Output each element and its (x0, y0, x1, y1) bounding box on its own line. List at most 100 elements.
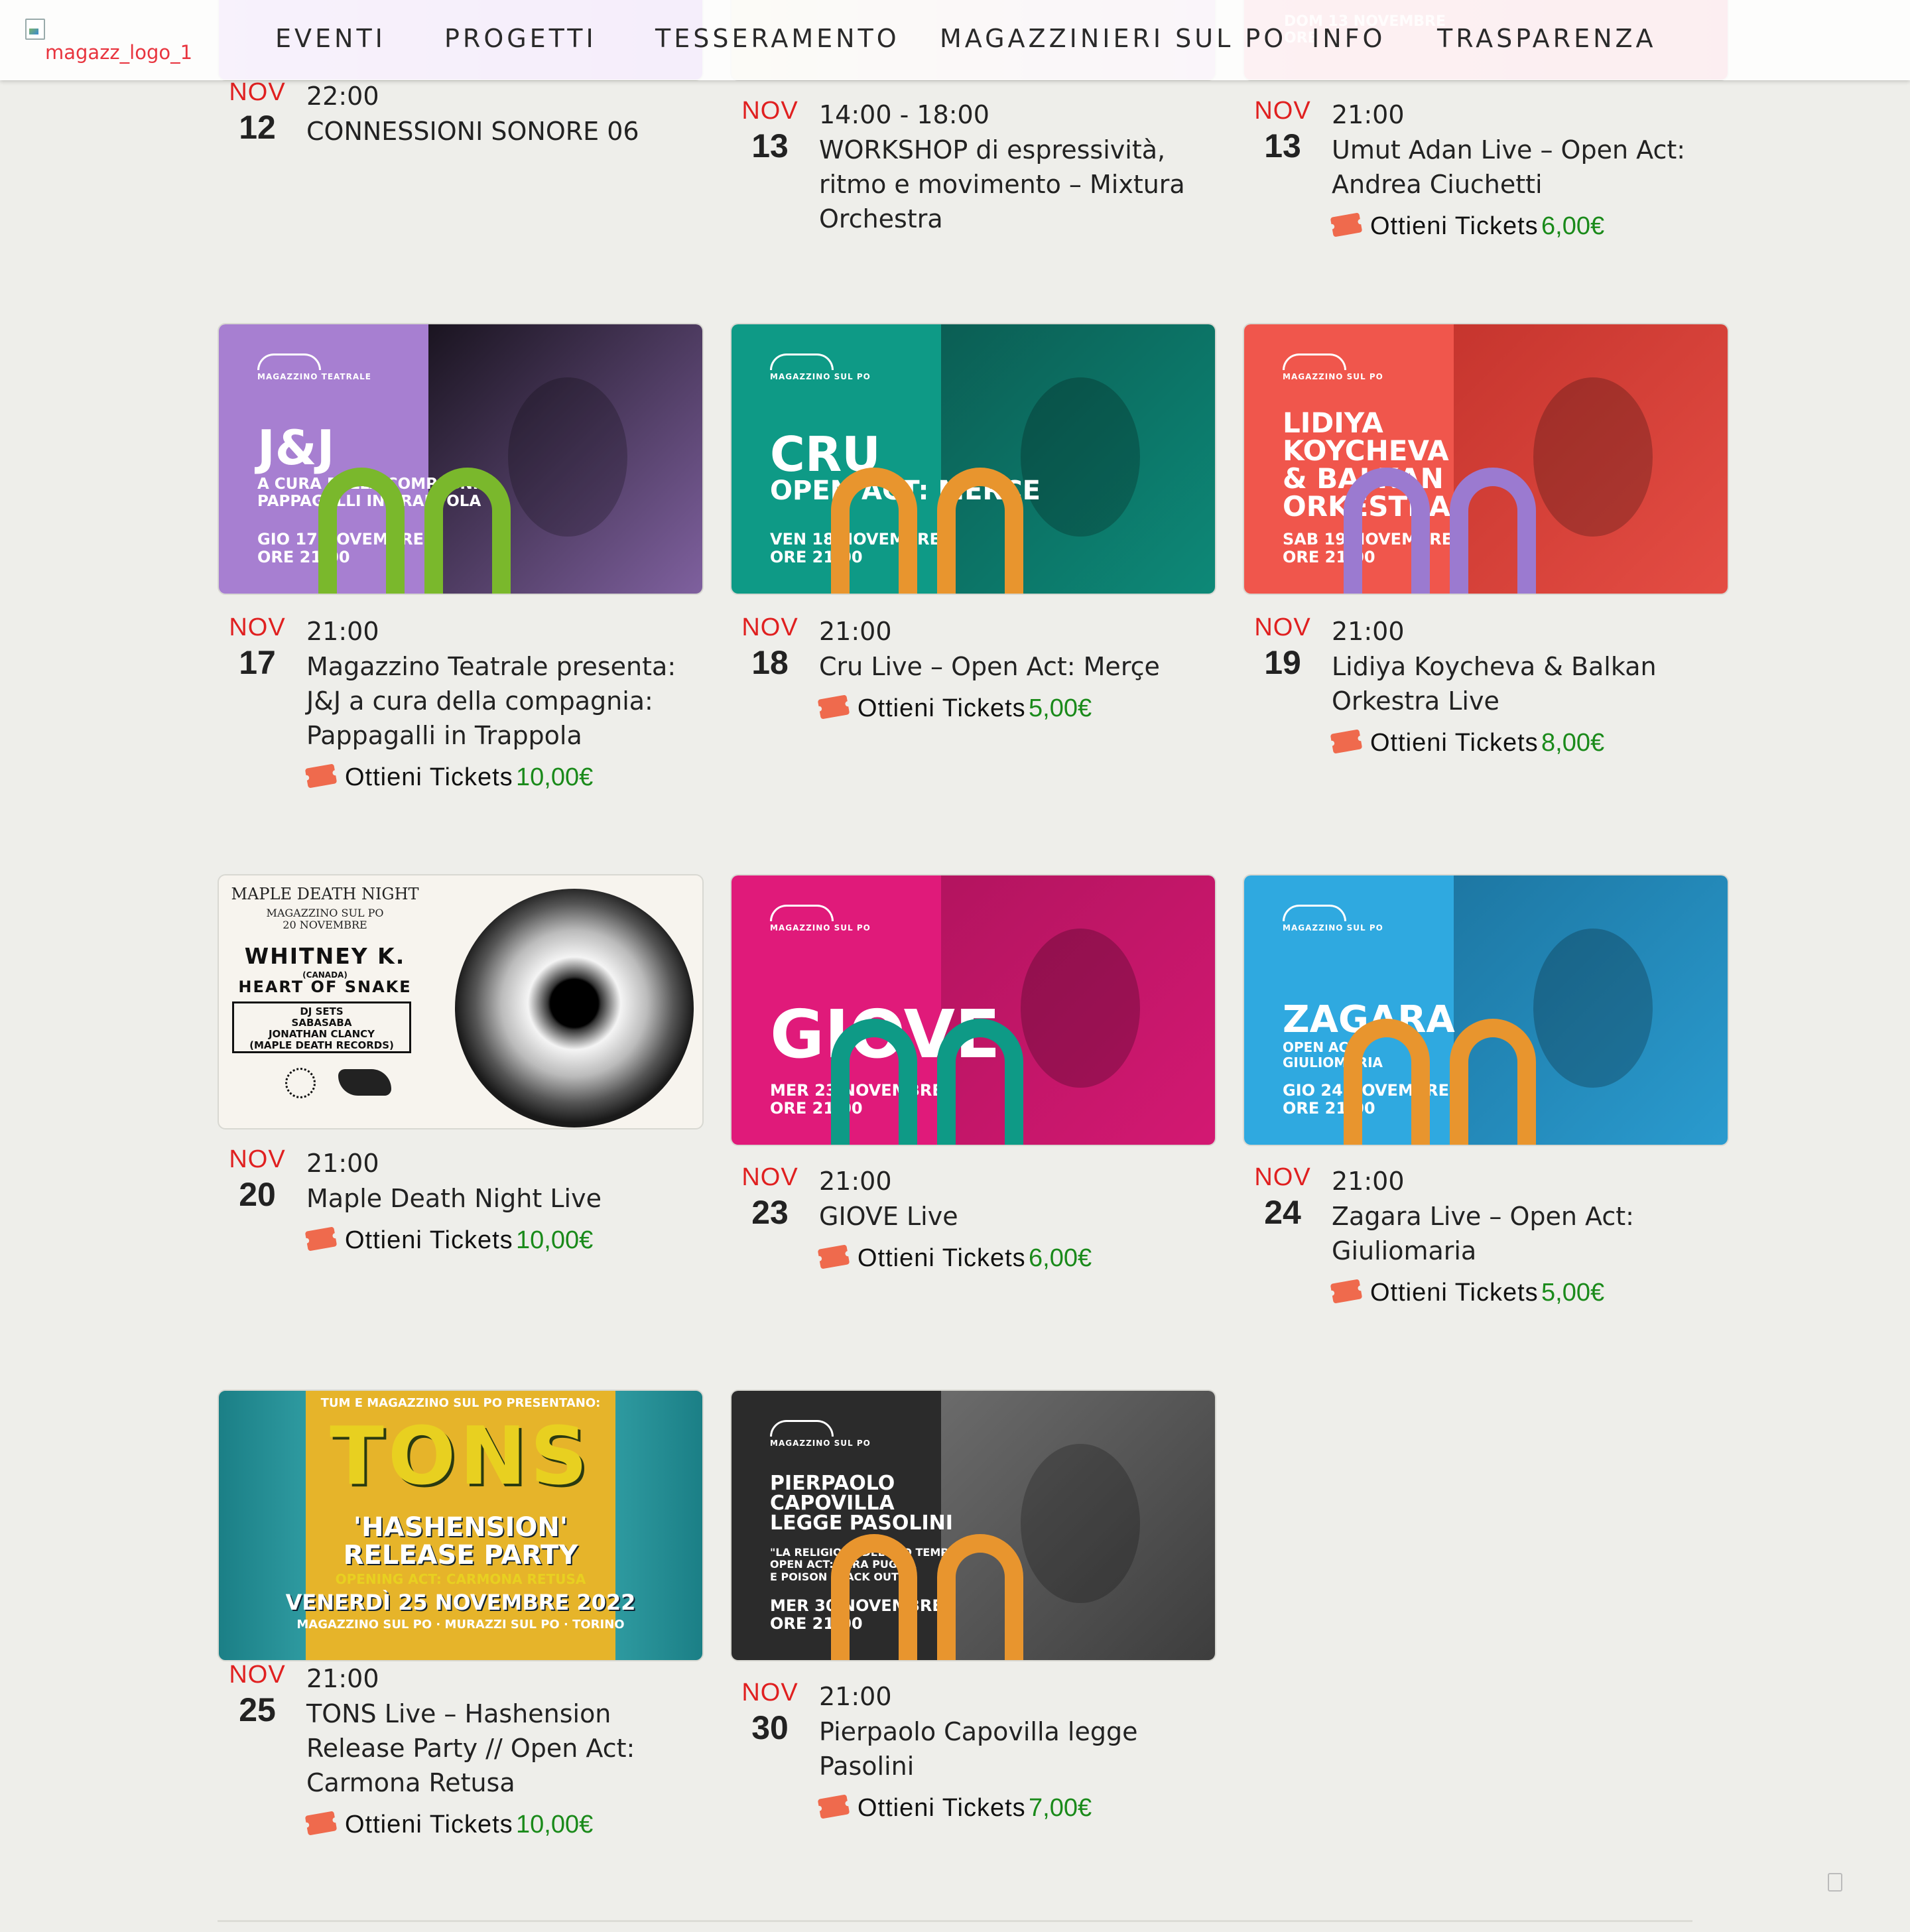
nav-eventi[interactable]: EVENTI (275, 24, 386, 53)
poster-opening-act: OPENING ACT: CARMONA RETUSA (335, 1571, 586, 1587)
get-tickets-link[interactable]: Ottieni Tickets 6,00€ (817, 1244, 1217, 1277)
event-info: 21:00 TONS Live – Hashension Release Part… (304, 1661, 704, 1844)
event-month: NOV (741, 97, 798, 125)
brand-arches-graphic (318, 461, 531, 594)
event-title-link[interactable]: TONS Live – Hashension Release Party // … (306, 1697, 704, 1800)
event-date: NOV 25 (218, 1661, 297, 1729)
event-time: 21:00 (306, 1149, 379, 1178)
event-info: 21:00 Maple Death Night Live Ottieni Ticke… (304, 1145, 704, 1259)
brand-arch (1450, 1019, 1536, 1145)
event-title-link[interactable]: Lidiya Koycheva & Balkan Orkestra Live (1332, 649, 1730, 718)
event-poster-image[interactable]: TUM E MAGAZZINO SUL PO PRESENTANO: TONS 'H… (218, 1389, 704, 1661)
event-info: 21:00 Pierpaolo Capovilla legge Pasolini O… (817, 1679, 1217, 1827)
event-info: 14:00 - 18:00 WORKSHOP di espressività, r… (819, 97, 1217, 236)
ticket-price: 6,00€ (1541, 212, 1605, 240)
event-title-link[interactable]: Pierpaolo Capovilla legge Pasolini (819, 1714, 1217, 1783)
nav-info[interactable]: INFO (1312, 24, 1385, 53)
event-title-link[interactable]: Cru Live – Open Act: Merçe (819, 649, 1217, 684)
event-title-link[interactable]: Umut Adan Live – Open Act: Andrea Ciuche… (1332, 133, 1730, 202)
scroll-to-top-button[interactable] (1828, 1873, 1842, 1892)
event-poster-image[interactable]: MAGAZZINO TEATRALE J&J A CURA DELLA COMPAG… (218, 323, 704, 595)
get-tickets-link[interactable]: Ottieni Tickets 7,00€ (817, 1794, 1217, 1827)
get-tickets-link[interactable]: Ottieni Tickets 10,00€ (304, 1811, 704, 1844)
get-tickets-link[interactable]: Ottieni Tickets 5,00€ (817, 694, 1217, 728)
event-poster-image[interactable]: MAGAZZINO SUL PO PIERPAOLO CAPOVILLA LEGG… (730, 1389, 1216, 1661)
event-date: NOV 13 (1243, 97, 1322, 165)
event-poster-image[interactable]: MAPLE DEATH NIGHT MAGAZZINO SUL PO 20 NOV… (218, 874, 704, 1129)
event-poster-image[interactable]: MAGAZZINO SUL PO ZAGARA OPEN ACT: GIULIOMA… (1243, 874, 1729, 1146)
event-info: 21:00 Zagara Live – Open Act: Giuliomaria… (1330, 1163, 1730, 1312)
poster-artist-2: HEART OF SNAKE (238, 978, 412, 996)
poster-header: MAPLE DEATH NIGHT (231, 885, 419, 903)
tickets-label: Ottieni Tickets (858, 1244, 1026, 1272)
event-month: NOV (229, 78, 286, 106)
venue-logo-text: MAGAZZINO SUL PO (770, 923, 871, 933)
event-day: 19 (1264, 644, 1301, 681)
event-info: 21:00 Cru Live – Open Act: Merçe Ottieni T… (817, 613, 1217, 728)
brand-arch (1344, 1019, 1430, 1145)
event-month: NOV (1254, 613, 1311, 641)
brand-arch (831, 1534, 917, 1660)
nav-magazzinieri-sul-po[interactable]: MAGAZZINIERI SUL PO (940, 24, 1287, 53)
venue-logo-text: MAGAZZINO SUL PO (770, 1439, 871, 1448)
eye-image (455, 889, 694, 1127)
site-header: magazz_logo_1 EVENTI PROGETTI TESSERAMEN… (0, 0, 1910, 80)
event-month: NOV (229, 613, 286, 641)
venue-logo: MAGAZZINO TEATRALE (257, 354, 371, 381)
event-time: 21:00 (1332, 1167, 1405, 1196)
venue-logo-text: MAGAZZINO SUL PO (770, 372, 871, 381)
ticket-price: 10,00€ (516, 763, 594, 791)
event-info: 21:00 Lidiya Koycheva & Balkan Orkestra L… (1330, 613, 1730, 762)
event-title-link[interactable]: CONNESSIONI SONORE 06 (306, 114, 704, 149)
poster-date: VENERDÌ 25 NOVEMBRE 2022 (285, 1590, 636, 1615)
event-day: 17 (239, 644, 276, 681)
snake-logo-icon (338, 1069, 391, 1096)
venue-logo-arch-icon (1283, 354, 1346, 370)
brand-arches-graphic (1344, 461, 1556, 594)
broken-image-icon (25, 19, 45, 40)
event-poster-image[interactable]: MAGAZZINO SUL PO GIOVE MER 23 NOVEMBRE ORE… (730, 874, 1216, 1146)
ticket-price: 10,00€ (516, 1226, 594, 1254)
event-title-link[interactable]: Magazzino Teatrale presenta: J&J a cura … (306, 649, 704, 753)
brand-arch (937, 1534, 1023, 1660)
venue-logo: MAGAZZINO SUL PO (770, 1420, 871, 1448)
nav-tesseramento[interactable]: TESSERAMENTO (655, 24, 900, 53)
event-title-link[interactable]: GIOVE Live (819, 1199, 1217, 1234)
poster-djs: DJ SETS SABASABA JONATHAN CLANCY (MAPLE … (232, 1001, 411, 1053)
venue-logo: MAGAZZINO SUL PO (1283, 905, 1383, 933)
brand-arches-graphic (1344, 1012, 1556, 1145)
ticket-icon (304, 1226, 338, 1252)
event-day: 12 (239, 109, 276, 146)
venue-logo-arch-icon (257, 354, 321, 370)
brand-arches-graphic (831, 1012, 1043, 1145)
event-month: NOV (229, 1661, 286, 1689)
brand-arches-graphic (831, 461, 1043, 594)
site-logo[interactable]: magazz_logo_1 (25, 19, 218, 65)
event-time: 14:00 - 18:00 (819, 100, 989, 129)
venue-logo: MAGAZZINO SUL PO (770, 354, 871, 381)
event-info: 21:00 Umut Adan Live – Open Act: Andrea C… (1330, 97, 1730, 245)
get-tickets-link[interactable]: Ottieni Tickets 6,00€ (1330, 212, 1730, 245)
event-date: NOV 30 (730, 1679, 810, 1747)
get-tickets-link[interactable]: Ottieni Tickets 5,00€ (1330, 1279, 1730, 1312)
nav-trasparenza[interactable]: TRASPARENZA (1437, 24, 1657, 53)
tickets-label: Ottieni Tickets (345, 1226, 513, 1254)
get-tickets-link[interactable]: Ottieni Tickets 10,00€ (304, 1226, 704, 1259)
get-tickets-link[interactable]: Ottieni Tickets 8,00€ (1330, 729, 1730, 762)
event-time: 21:00 (819, 617, 892, 646)
event-month: NOV (1254, 97, 1311, 125)
get-tickets-link[interactable]: Ottieni Tickets 10,00€ (304, 763, 704, 797)
ticket-icon (1330, 1279, 1363, 1304)
event-title-link[interactable]: Zagara Live – Open Act: Giuliomaria (1332, 1199, 1730, 1268)
ticket-icon (1330, 729, 1363, 754)
ticket-icon (817, 694, 850, 720)
event-title-link[interactable]: Maple Death Night Live (306, 1181, 704, 1216)
event-poster-image[interactable]: MAGAZZINO SUL PO LIDIYA KOYCHEVA & BALKAN… (1243, 323, 1729, 595)
label-logo-icon (285, 1068, 316, 1098)
venue-logo-text: MAGAZZINO TEATRALE (257, 372, 371, 381)
event-date: NOV 12 (218, 78, 297, 147)
nav-progetti[interactable]: PROGETTI (444, 24, 597, 53)
event-poster-image[interactable]: MAGAZZINO SUL PO CRU OPEN ACT: MERÇE VEN 18… (730, 323, 1216, 595)
event-title-link[interactable]: WORKSHOP di espressività, ritmo e movime… (819, 133, 1217, 236)
event-date: NOV 13 (730, 97, 810, 165)
